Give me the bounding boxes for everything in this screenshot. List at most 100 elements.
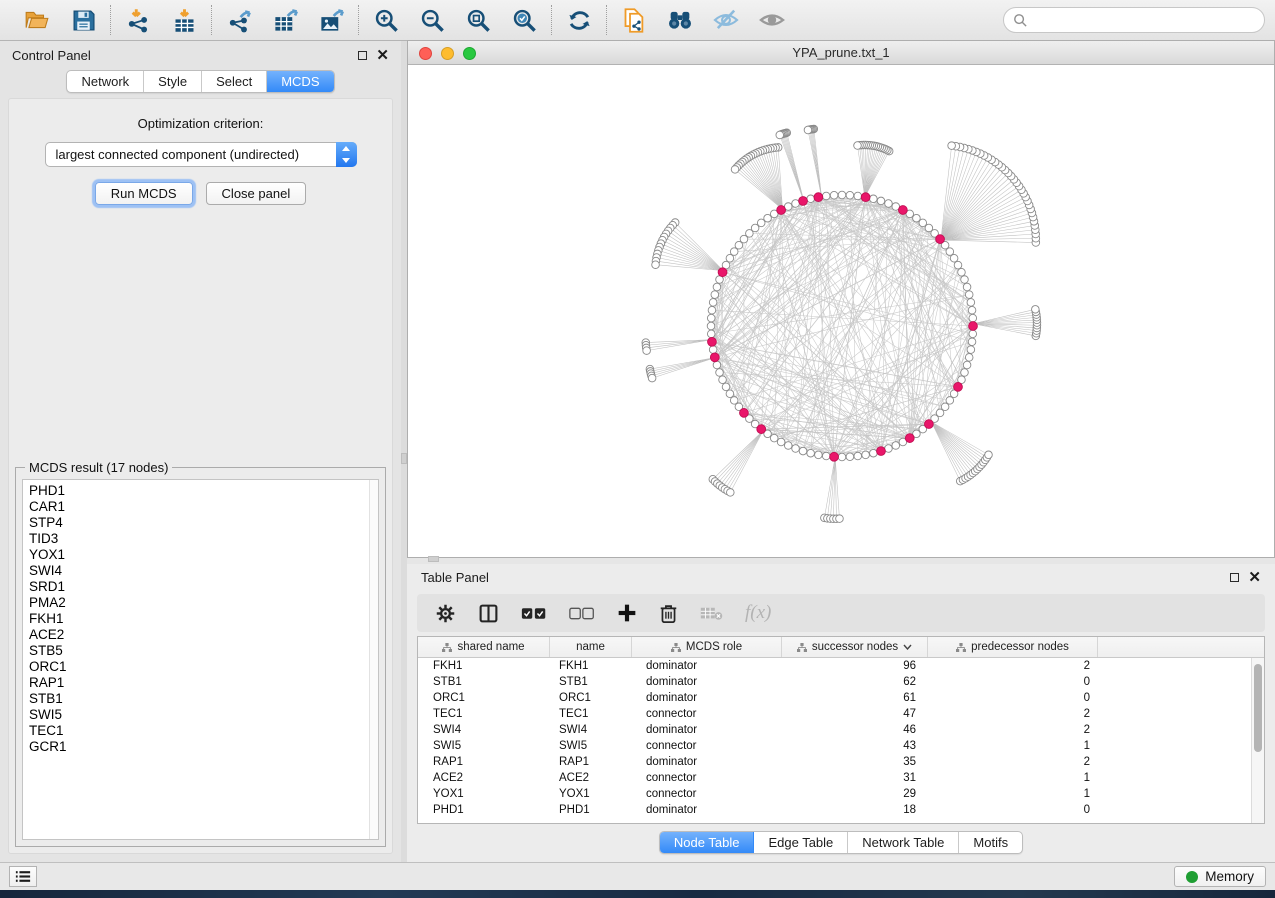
select-all-icon[interactable]	[521, 601, 547, 625]
tab-mcds[interactable]: MCDS	[267, 71, 333, 92]
table-cell: YOX1	[550, 788, 632, 800]
mcds-result-group: MCDS result (17 nodes) PHD1CAR1STP4TID3Y…	[15, 467, 386, 847]
search-field[interactable]	[1003, 7, 1265, 33]
table-row[interactable]: SWI4SWI4dominator462	[418, 722, 1251, 738]
table-panel-tabs: Node TableEdge TableNetwork TableMotifs	[659, 831, 1023, 854]
table-row[interactable]: ORC1ORC1dominator610	[418, 690, 1251, 706]
result-item[interactable]: STB1	[29, 691, 372, 707]
table-row[interactable]: SWI5SWI5connector431	[418, 738, 1251, 754]
table-tab-motifs[interactable]: Motifs	[959, 832, 1022, 853]
table-row[interactable]: YOX1YOX1connector291	[418, 786, 1251, 802]
table-tab-node-table[interactable]: Node Table	[660, 832, 755, 853]
result-item[interactable]: YOX1	[29, 547, 372, 563]
table-tab-network-table[interactable]: Network Table	[848, 832, 959, 853]
result-list-scrollbar[interactable]	[369, 480, 378, 839]
result-item[interactable]: GCR1	[29, 739, 372, 755]
table-cell: 62	[782, 676, 928, 688]
table-cell: 0	[928, 676, 1098, 688]
table-row[interactable]: TEC1TEC1connector472	[418, 706, 1251, 722]
result-item[interactable]: CAR1	[29, 499, 372, 515]
table-cell: FKH1	[550, 660, 632, 672]
add-column-icon[interactable]	[617, 601, 637, 625]
tab-network[interactable]: Network	[67, 71, 144, 92]
table-scrollbar[interactable]	[1251, 658, 1264, 823]
zoom-fit-icon[interactable]	[464, 6, 492, 34]
column-header-predecessor-nodes[interactable]: predecessor nodes	[928, 637, 1098, 657]
import-table-icon[interactable]	[170, 6, 198, 34]
table-row[interactable]: RAP1RAP1dominator352	[418, 754, 1251, 770]
table-cell: 31	[782, 772, 928, 784]
result-item[interactable]: PMA2	[29, 595, 372, 611]
zoom-out-icon[interactable]	[418, 6, 446, 34]
result-item[interactable]: TID3	[29, 531, 372, 547]
export-table-icon[interactable]	[271, 6, 299, 34]
result-item[interactable]: SRD1	[29, 579, 372, 595]
network-window-titlebar[interactable]: YPA_prune.txt_1	[408, 41, 1274, 65]
delete-column-trash-icon[interactable]	[659, 601, 678, 625]
zoom-in-icon[interactable]	[372, 6, 400, 34]
table-cell: RAP1	[550, 756, 632, 768]
open-file-icon[interactable]	[23, 6, 51, 34]
result-item[interactable]: TEC1	[29, 723, 372, 739]
save-icon[interactable]	[69, 6, 97, 34]
column-header-MCDS-role[interactable]: MCDS role	[632, 637, 782, 657]
table-settings-gear-icon[interactable]	[435, 601, 456, 625]
table-row[interactable]: STB1STB1dominator620	[418, 674, 1251, 690]
search-input[interactable]	[1033, 13, 1255, 28]
table-row[interactable]: FKH1FKH1dominator962	[418, 658, 1251, 674]
float-table-panel-icon[interactable]	[1230, 573, 1239, 582]
import-network-icon[interactable]	[124, 6, 152, 34]
show-all-icon[interactable]	[758, 6, 786, 34]
network-graph[interactable]	[408, 65, 1274, 557]
hide-selected-icon[interactable]	[712, 6, 740, 34]
column-tree-icon	[956, 643, 966, 652]
column-label: shared name	[457, 641, 524, 653]
network-view-canvas[interactable]	[408, 65, 1274, 557]
export-network-icon[interactable]	[225, 6, 253, 34]
copy-network-icon[interactable]	[620, 6, 648, 34]
tab-style[interactable]: Style	[144, 71, 202, 92]
close-panel-button[interactable]: Close panel	[206, 182, 307, 205]
column-header-name[interactable]: name	[550, 637, 632, 657]
close-table-panel-icon[interactable]: ✕	[1248, 573, 1261, 582]
first-neighbors-icon[interactable]	[666, 6, 694, 34]
horizontal-splitter-grip[interactable]	[428, 556, 439, 562]
close-panel-icon[interactable]: ✕	[376, 51, 389, 60]
table-cell: RAP1	[418, 756, 550, 768]
result-item[interactable]: ORC1	[29, 659, 372, 675]
column-header-successor-nodes[interactable]: successor nodes	[782, 637, 928, 657]
table-row[interactable]: ACE2ACE2connector311	[418, 770, 1251, 786]
show-columns-icon[interactable]	[478, 601, 499, 625]
result-item[interactable]: FKH1	[29, 611, 372, 627]
export-image-icon[interactable]	[317, 6, 345, 34]
result-item[interactable]: SWI4	[29, 563, 372, 579]
memory-button[interactable]: Memory	[1174, 866, 1266, 887]
deselect-all-icon[interactable]	[569, 601, 595, 625]
table-cell: PHD1	[418, 804, 550, 816]
criterion-dropdown[interactable]: largest connected component (undirected)	[45, 142, 357, 167]
tab-select[interactable]: Select	[202, 71, 267, 92]
result-item[interactable]: STP4	[29, 515, 372, 531]
run-mcds-button[interactable]: Run MCDS	[95, 182, 193, 205]
window-zoom-button[interactable]	[463, 47, 476, 60]
result-item[interactable]: ACE2	[29, 627, 372, 643]
result-item[interactable]: RAP1	[29, 675, 372, 691]
result-item[interactable]: SWI5	[29, 707, 372, 723]
desktop-wallpaper-strip	[0, 890, 1275, 898]
table-cell: dominator	[632, 676, 782, 688]
zoom-selected-icon[interactable]	[510, 6, 538, 34]
window-minimize-button[interactable]	[441, 47, 454, 60]
window-close-button[interactable]	[419, 47, 432, 60]
task-history-button[interactable]	[9, 866, 37, 887]
table-cell: dominator	[632, 756, 782, 768]
table-row[interactable]: PHD1PHD1dominator180	[418, 802, 1251, 818]
result-item[interactable]: STB5	[29, 643, 372, 659]
mcds-result-list[interactable]: PHD1CAR1STP4TID3YOX1SWI4SRD1PMA2FKH1ACE2…	[22, 479, 379, 840]
result-item[interactable]: PHD1	[29, 483, 372, 499]
float-panel-icon[interactable]	[358, 51, 367, 60]
table-scrollbar-thumb[interactable]	[1254, 664, 1262, 752]
refresh-icon[interactable]	[565, 6, 593, 34]
column-header-shared-name[interactable]: shared name	[418, 637, 550, 657]
column-label: successor nodes	[812, 641, 898, 653]
table-tab-edge-table[interactable]: Edge Table	[754, 832, 848, 853]
